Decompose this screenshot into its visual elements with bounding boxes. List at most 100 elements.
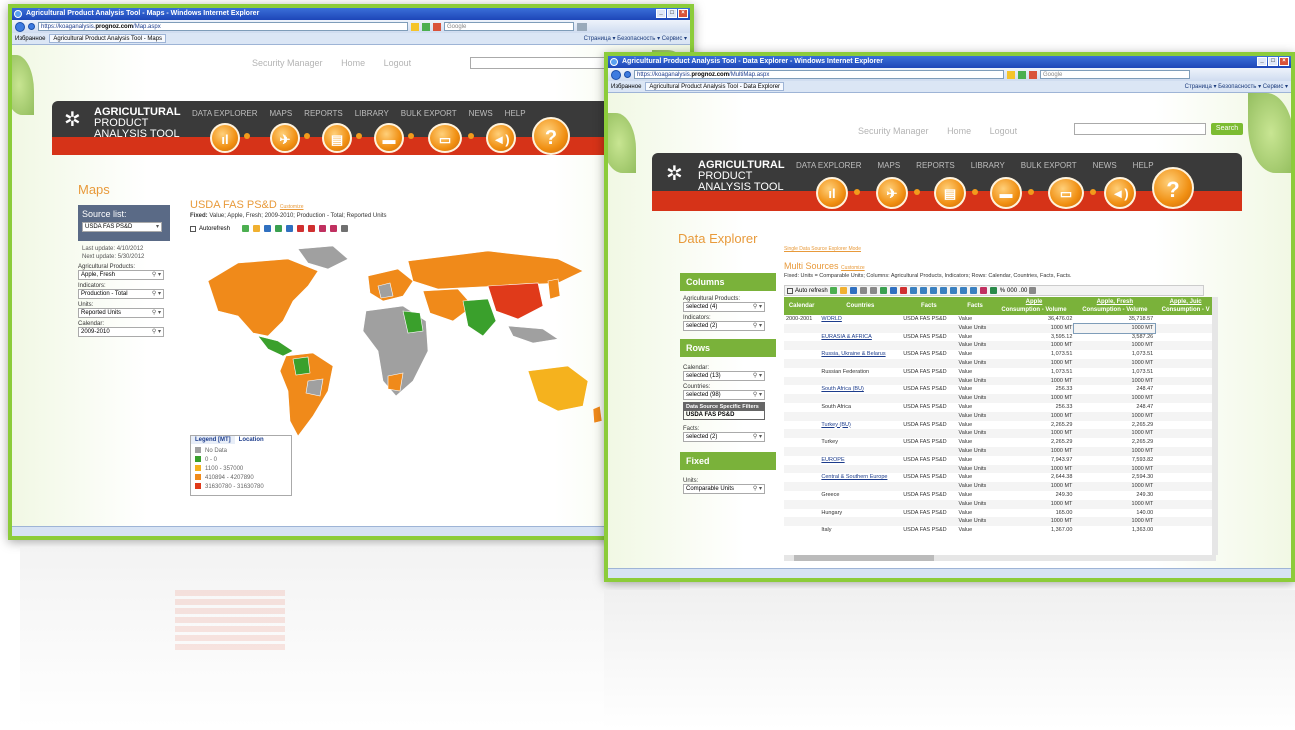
calendar-select[interactable]: 2009-2010 ⚲ ▾ bbox=[78, 327, 164, 337]
export-icon[interactable]: ▭ bbox=[428, 123, 462, 153]
menu-news[interactable]: NEWS bbox=[1093, 161, 1117, 170]
table-cell[interactable]: EUROPE bbox=[819, 456, 901, 465]
menu-maps[interactable]: MAPS bbox=[878, 161, 901, 170]
legend-tab[interactable]: Legend [MT] bbox=[191, 436, 235, 444]
forward-button[interactable] bbox=[28, 23, 35, 30]
thousands-icon[interactable]: 000 bbox=[1007, 288, 1017, 294]
home-link[interactable]: Home bbox=[341, 58, 365, 68]
export-pdf-icon[interactable] bbox=[308, 225, 316, 232]
products-select[interactable]: selected (4) ⚲ ▾ bbox=[683, 302, 765, 312]
excel-icon[interactable] bbox=[275, 225, 283, 232]
calendar-select[interactable]: selected (13) ⚲ ▾ bbox=[683, 371, 765, 381]
units-select[interactable]: Comparable Units ⚲ ▾ bbox=[683, 484, 765, 494]
menu-maps[interactable]: MAPS bbox=[270, 109, 293, 118]
column-header[interactable]: Apple Consumption - Volume bbox=[993, 297, 1075, 315]
library-icon[interactable]: ▬ bbox=[990, 177, 1022, 209]
search-icon[interactable] bbox=[577, 22, 587, 31]
export-icon[interactable]: ▭ bbox=[1048, 177, 1084, 209]
undo-icon[interactable] bbox=[859, 287, 867, 294]
settings-icon[interactable] bbox=[1029, 287, 1037, 294]
menu-help[interactable]: HELP bbox=[505, 109, 526, 118]
column-header[interactable]: Facts bbox=[956, 297, 994, 315]
forward-button[interactable] bbox=[624, 71, 631, 78]
url-field[interactable]: https://koaganalysis.prognoz.com/MultiMa… bbox=[634, 70, 1004, 79]
pdf-icon[interactable] bbox=[899, 287, 907, 294]
table-cell[interactable]: Turkey (BU) bbox=[819, 421, 901, 430]
news-icon[interactable]: ◄) bbox=[486, 123, 516, 153]
rows-header[interactable]: Rows bbox=[680, 339, 776, 357]
menu-reports[interactable]: REPORTS bbox=[916, 161, 955, 170]
column-header[interactable]: Facts bbox=[901, 297, 957, 315]
home-link[interactable]: Home bbox=[947, 126, 971, 136]
back-button[interactable] bbox=[611, 69, 621, 80]
security-manager-link[interactable]: Security Manager bbox=[252, 58, 323, 68]
column-header[interactable]: Countries bbox=[819, 297, 902, 315]
units-select[interactable]: Reported Units ⚲ ▾ bbox=[78, 308, 164, 318]
menu-bulk-export[interactable]: BULK EXPORT bbox=[401, 109, 457, 118]
open-icon[interactable] bbox=[839, 287, 847, 294]
decimals-icon[interactable]: .00 bbox=[1019, 288, 1027, 294]
location-tab[interactable]: Location bbox=[235, 436, 268, 444]
logout-link[interactable]: Logout bbox=[990, 126, 1018, 136]
indicators-select[interactable]: Production - Total ⚲ ▾ bbox=[78, 289, 164, 299]
save-icon[interactable] bbox=[849, 287, 857, 294]
sort-icon[interactable] bbox=[959, 287, 967, 294]
data-source-filter[interactable]: Data Source Specific Filters USDA FAS PS… bbox=[683, 402, 765, 420]
indicators-select[interactable]: selected (2) ⚲ ▾ bbox=[683, 321, 765, 331]
column-header[interactable]: Calendar bbox=[784, 297, 820, 315]
source-select[interactable]: USDA FAS PS&D ▾ bbox=[82, 222, 162, 232]
browser-tab[interactable]: Agricultural Product Analysis Tool - Map… bbox=[49, 34, 167, 43]
stop-icon[interactable] bbox=[1029, 70, 1037, 79]
table-cell[interactable]: South Africa (BU) bbox=[819, 385, 901, 394]
minimize-button[interactable]: _ bbox=[1257, 57, 1267, 66]
logout-link[interactable]: Logout bbox=[384, 58, 412, 68]
table-cell[interactable]: EURASIA & AFRICA bbox=[819, 333, 901, 342]
autorefresh-checkbox[interactable] bbox=[190, 225, 196, 232]
horizontal-scrollbar[interactable] bbox=[784, 555, 1216, 561]
print-icon[interactable] bbox=[341, 225, 349, 232]
close-button[interactable]: × bbox=[678, 9, 688, 18]
report-icon[interactable]: ▤ bbox=[934, 177, 966, 209]
search-button[interactable]: Search bbox=[1211, 123, 1243, 135]
search-input[interactable]: Google bbox=[444, 22, 574, 31]
menu-data-explorer[interactable]: DATA EXPLORER bbox=[192, 109, 258, 118]
ie-command-bar[interactable]: Страница ▾ Безопасность ▾ Сервис ▾ bbox=[1185, 83, 1288, 90]
refresh-icon[interactable] bbox=[242, 225, 250, 232]
ie-command-bar[interactable]: Страница ▾ Безопасность ▾ Сервис ▾ bbox=[584, 35, 687, 42]
vertical-scrollbar[interactable] bbox=[1212, 297, 1218, 555]
world-map[interactable] bbox=[198, 241, 608, 441]
menu-reports[interactable]: REPORTS bbox=[304, 109, 343, 118]
menu-library[interactable]: LIBRARY bbox=[971, 161, 1005, 170]
customize-link[interactable]: Customize bbox=[280, 204, 304, 210]
site-search-input[interactable] bbox=[1074, 123, 1206, 135]
map-icon[interactable]: ✈ bbox=[270, 123, 300, 153]
browser-tab[interactable]: Agricultural Product Analysis Tool - Dat… bbox=[645, 82, 785, 91]
library-icon[interactable]: ▬ bbox=[374, 123, 404, 153]
pie-icon[interactable] bbox=[979, 287, 987, 294]
columns-icon[interactable] bbox=[919, 287, 927, 294]
table-icon[interactable] bbox=[909, 287, 917, 294]
countries-select[interactable]: selected (98) ⚲ ▾ bbox=[683, 390, 765, 400]
security-manager-link[interactable]: Security Manager bbox=[858, 126, 929, 136]
filter-icon[interactable] bbox=[949, 287, 957, 294]
word-icon[interactable] bbox=[286, 225, 294, 232]
minimize-button[interactable]: _ bbox=[656, 9, 666, 18]
single-mode-link[interactable]: Single Data Source Explorer Mode bbox=[784, 246, 861, 252]
save-icon[interactable] bbox=[264, 225, 272, 232]
menu-bulk-export[interactable]: BULK EXPORT bbox=[1021, 161, 1077, 170]
word-icon[interactable] bbox=[889, 287, 897, 294]
favorites-button[interactable]: Избранное bbox=[611, 84, 641, 90]
news-icon[interactable]: ◄) bbox=[1104, 177, 1136, 209]
table-cell[interactable]: WORLD bbox=[819, 315, 901, 324]
menu-help[interactable]: HELP bbox=[1133, 161, 1154, 170]
stop-icon[interactable] bbox=[433, 22, 441, 31]
menu-data-explorer[interactable]: DATA EXPLORER bbox=[796, 161, 862, 170]
chart-icon[interactable]: ıl bbox=[210, 123, 240, 153]
fixed-header[interactable]: Fixed bbox=[680, 452, 776, 470]
columns-header[interactable]: Columns bbox=[680, 273, 776, 291]
auto-refresh-checkbox[interactable] bbox=[787, 287, 793, 294]
refresh-icon[interactable] bbox=[422, 22, 430, 31]
facts-select[interactable]: selected (2) ⚲ ▾ bbox=[683, 432, 765, 442]
column-header[interactable]: Apple, Juic Consumption - V bbox=[1155, 297, 1216, 315]
rows-icon[interactable] bbox=[929, 287, 937, 294]
